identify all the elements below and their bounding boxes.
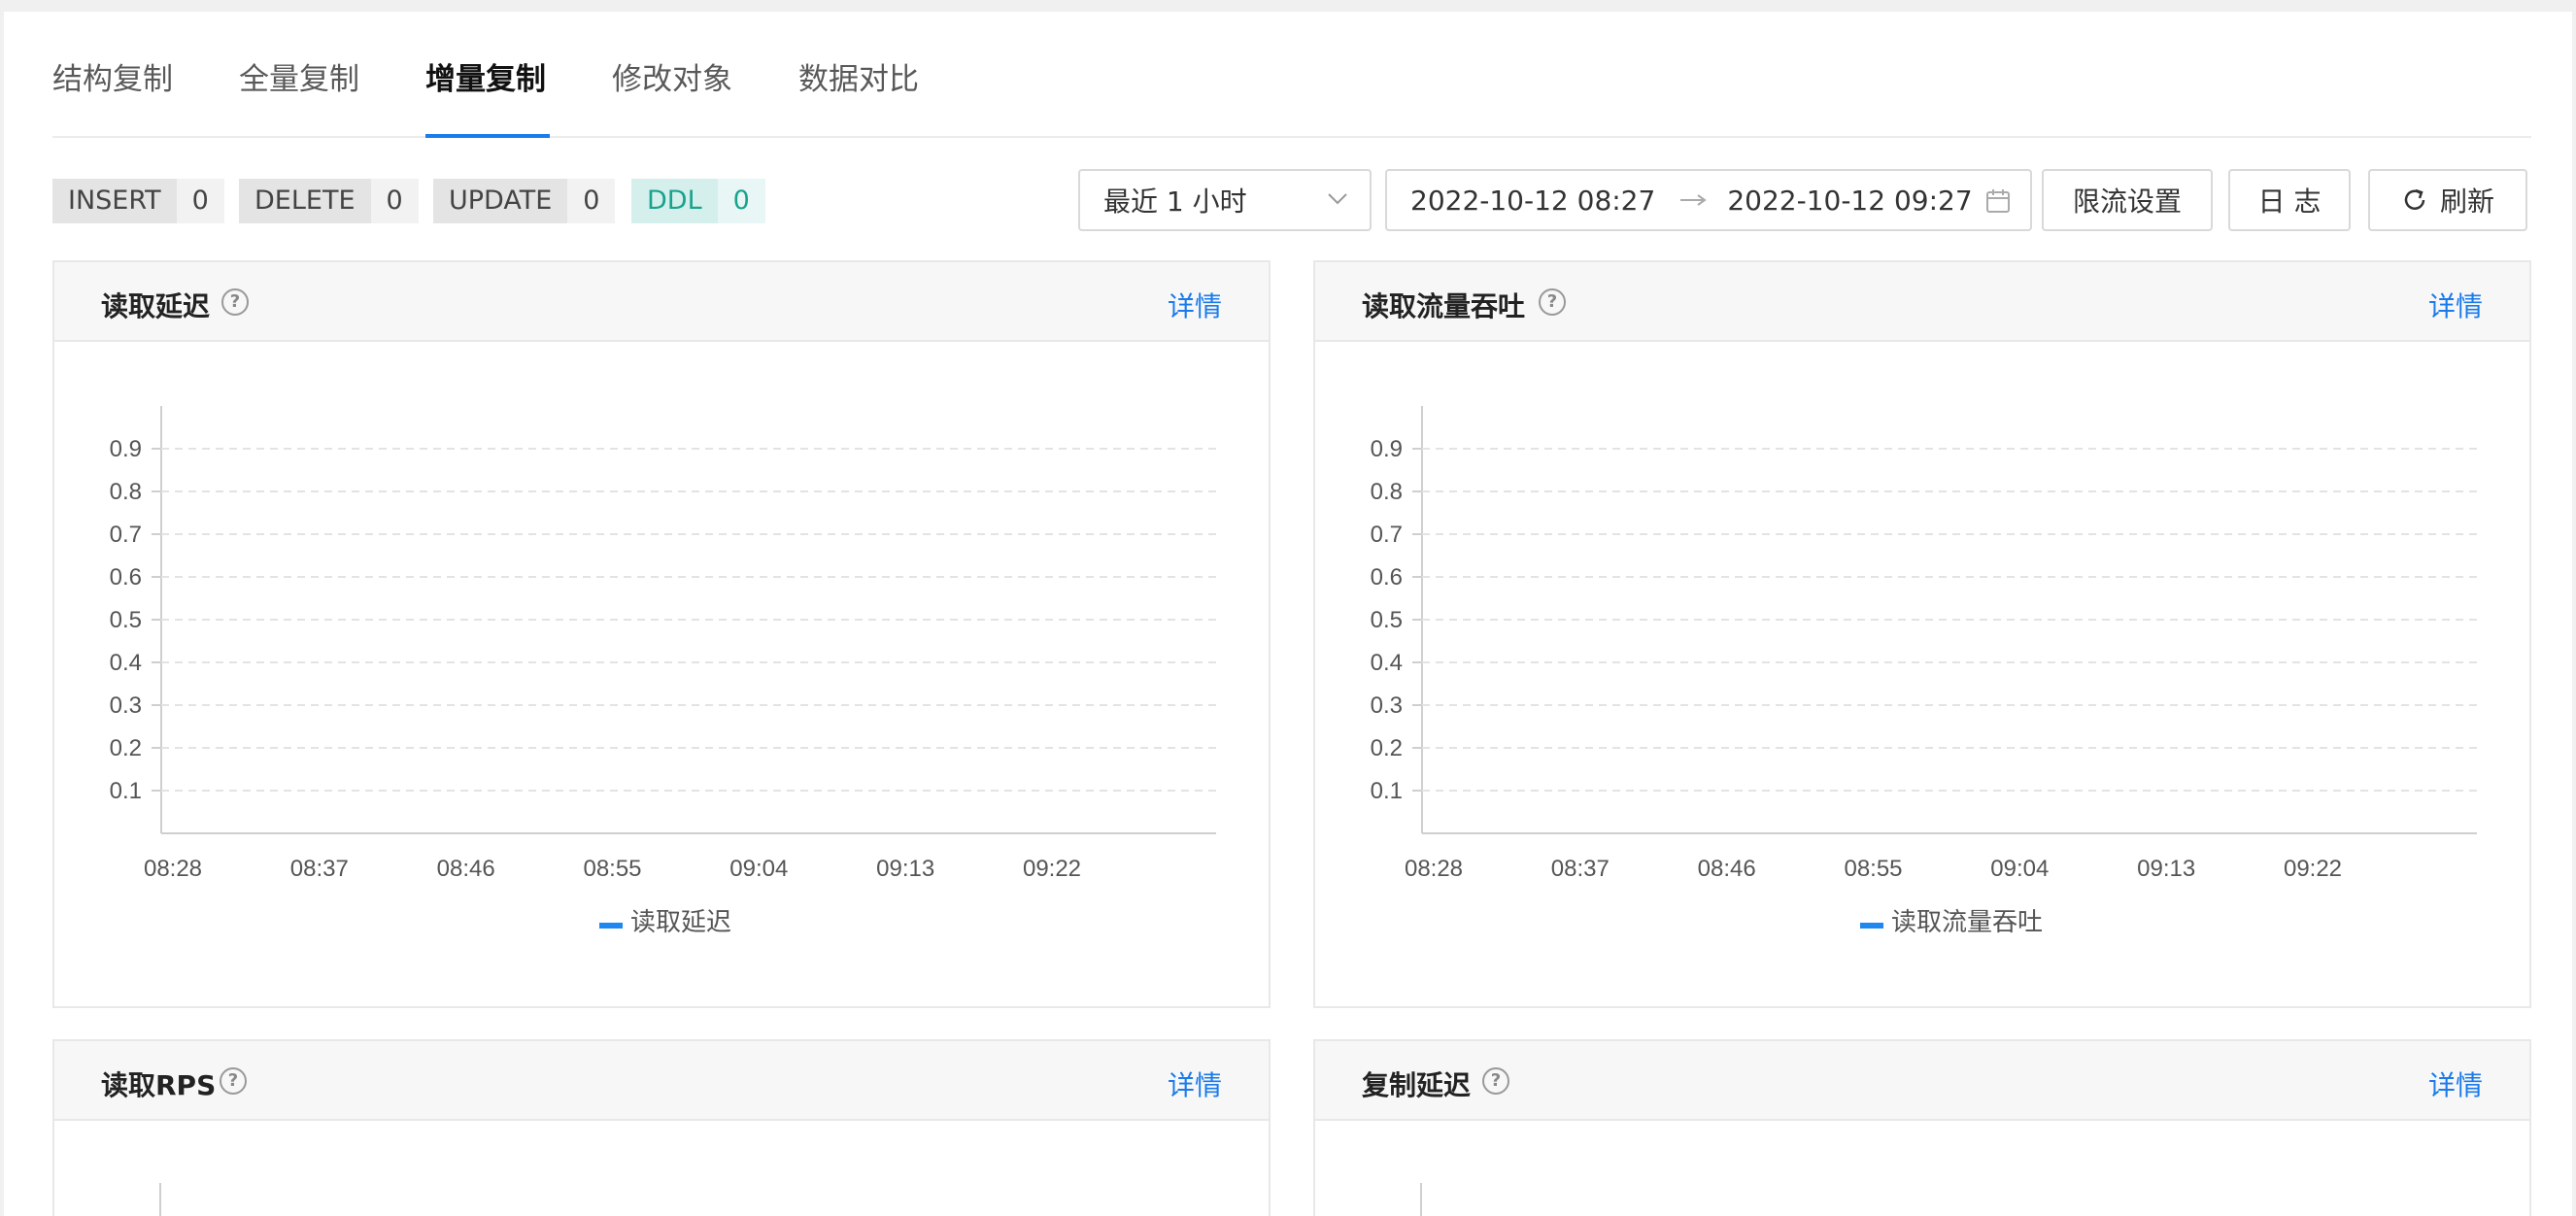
insert-count-tag: INSERT 0: [52, 179, 224, 223]
tab-bar: 结构复制 全量复制 增量复制 修改对象 数据对比: [52, 12, 2531, 138]
x-tick-label: 08:37: [290, 856, 349, 882]
detail-link[interactable]: 详情: [2428, 286, 2483, 324]
x-tick-label: 08:55: [1844, 856, 1902, 882]
end-time-input[interactable]: 2022-10-12 09:27: [1727, 185, 1972, 217]
detail-link[interactable]: 详情: [1168, 286, 1222, 324]
y-tick-label: 0.4: [110, 650, 142, 676]
x-tick-label: 08:28: [144, 856, 202, 882]
y-tick-label: 0.6: [1371, 564, 1403, 591]
y-tick-label: 0.1: [110, 778, 142, 804]
y-tick-label: 0.3: [1371, 692, 1403, 719]
update-count-tag: UPDATE 0: [433, 179, 616, 223]
x-tick-label: 08:46: [1698, 856, 1756, 882]
detail-link[interactable]: 详情: [1168, 1064, 1222, 1103]
panel-header: 读取流量吞吐 ? 详情: [1315, 262, 2529, 342]
stat-name: DELETE: [239, 179, 371, 223]
detail-link[interactable]: 详情: [2428, 1064, 2483, 1103]
app-frame: 结构复制 全量复制 增量复制 修改对象 数据对比 INSERT 0 DELETE…: [4, 12, 2572, 1216]
stat-name: INSERT: [52, 179, 177, 223]
rate-limit-settings-button[interactable]: 限流设置: [2042, 169, 2213, 231]
x-tick-label: 08:37: [1551, 856, 1610, 882]
legend-label: 读取流量吞吐: [1891, 907, 2043, 936]
help-icon[interactable]: ?: [221, 288, 249, 316]
refresh-icon: [2404, 188, 2425, 210]
read-latency-panel: 读取延迟 ? 详情 0.1 0.2 0.3 0.4 0.5 0.6 0.7 0.8 0.9 08:…: [52, 260, 1271, 1008]
help-icon[interactable]: ?: [220, 1067, 247, 1095]
x-tick-label: 09:22: [2284, 856, 2342, 882]
y-tick-label: 0.5: [1371, 607, 1403, 633]
stat-name: UPDATE: [433, 179, 568, 223]
x-tick-label: 09:13: [2137, 856, 2195, 882]
y-tick-label: 0.9: [1371, 436, 1403, 462]
panel-header: 读取延迟 ? 详情: [54, 262, 1269, 342]
active-tab-indicator: [425, 134, 550, 138]
y-tick-label: 0.2: [110, 735, 142, 761]
y-tick-label: 0.1: [1371, 778, 1403, 804]
calendar-icon: [1986, 189, 2010, 213]
help-icon[interactable]: ?: [1482, 1067, 1509, 1095]
x-tick-label: 09:13: [876, 856, 934, 882]
panel-header: 读取RPS ? 详情: [54, 1041, 1269, 1121]
help-icon[interactable]: ?: [1539, 288, 1566, 316]
y-tick-label: 0.8: [1371, 479, 1403, 505]
y-tick-label: 0.2: [1371, 735, 1403, 761]
arrow-right-icon: [1680, 194, 1708, 206]
panel-title: 读取延迟: [101, 290, 211, 322]
stat-name: DDL: [631, 179, 718, 223]
refresh-button[interactable]: 刷新: [2368, 169, 2527, 231]
chart-y-axis: [159, 1183, 161, 1216]
y-tick-label: 0.9: [110, 436, 142, 462]
read-throughput-chart: 0.1 0.2 0.3 0.4 0.5 0.6 0.7 0.8 0.9 08:28 08:37 08:…: [1371, 406, 2477, 936]
y-tick-label: 0.6: [110, 564, 142, 591]
tab-modify-objects[interactable]: 修改对象: [612, 54, 732, 98]
date-range-picker[interactable]: 2022-10-12 08:27 2022-10-12 09:27: [1385, 169, 2032, 231]
time-range-value: 最近 1 小时: [1103, 186, 1247, 218]
panel-title: 读取RPS: [101, 1069, 217, 1101]
panel-title: 复制延迟: [1362, 1069, 1472, 1101]
panel-header: 复制延迟 ? 详情: [1315, 1041, 2529, 1121]
legend-swatch: [1860, 923, 1883, 929]
tab-incremental-copy[interactable]: 增量复制: [425, 54, 546, 98]
start-time-input[interactable]: 2022-10-12 08:27: [1410, 185, 1655, 217]
tab-structure-copy[interactable]: 结构复制: [52, 54, 173, 98]
stat-value: 0: [176, 179, 224, 223]
read-rps-panel: 读取RPS ? 详情: [52, 1039, 1271, 1216]
stat-value: 0: [717, 179, 765, 223]
x-tick-label: 08:28: [1405, 856, 1463, 882]
x-tick-label: 08:46: [437, 856, 495, 882]
y-tick-label: 0.7: [110, 522, 142, 548]
refresh-label: 刷新: [2439, 186, 2494, 218]
y-tick-label: 0.7: [1371, 522, 1403, 548]
stat-value: 0: [370, 179, 419, 223]
x-tick-label: 08:55: [583, 856, 641, 882]
tab-full-copy[interactable]: 全量复制: [239, 54, 359, 98]
time-range-select[interactable]: 最近 1 小时: [1078, 169, 1372, 231]
y-tick-label: 0.5: [110, 607, 142, 633]
chevron-down-icon: [1328, 193, 1347, 205]
read-latency-chart: 0.1 0.2 0.3 0.4 0.5 0.6 0.7 0.8 0.9 08:28 08:37 08:…: [110, 406, 1216, 936]
x-tick-label: 09:04: [1990, 856, 2049, 882]
legend-label: 读取延迟: [630, 907, 731, 936]
y-tick-label: 0.3: [110, 692, 142, 719]
tab-data-compare[interactable]: 数据对比: [798, 54, 919, 98]
delete-count-tag: DELETE 0: [239, 179, 419, 223]
log-button[interactable]: 日 志: [2228, 169, 2351, 231]
panel-title: 读取流量吞吐: [1362, 290, 1526, 322]
x-tick-label: 09:04: [729, 856, 788, 882]
ddl-count-tag: DDL 0: [631, 179, 765, 223]
chart-y-axis: [1420, 1183, 1422, 1216]
x-tick-label: 09:22: [1023, 856, 1081, 882]
read-throughput-panel: 读取流量吞吐 ? 详情 0.1 0.2 0.3 0.4 0.5 0.6 0.7 0.8 0.9 0…: [1313, 260, 2531, 1008]
stat-value: 0: [567, 179, 616, 223]
replication-latency-panel: 复制延迟 ? 详情: [1313, 1039, 2531, 1216]
y-tick-label: 0.8: [110, 479, 142, 505]
y-tick-label: 0.4: [1371, 650, 1403, 676]
legend-swatch: [599, 923, 623, 929]
